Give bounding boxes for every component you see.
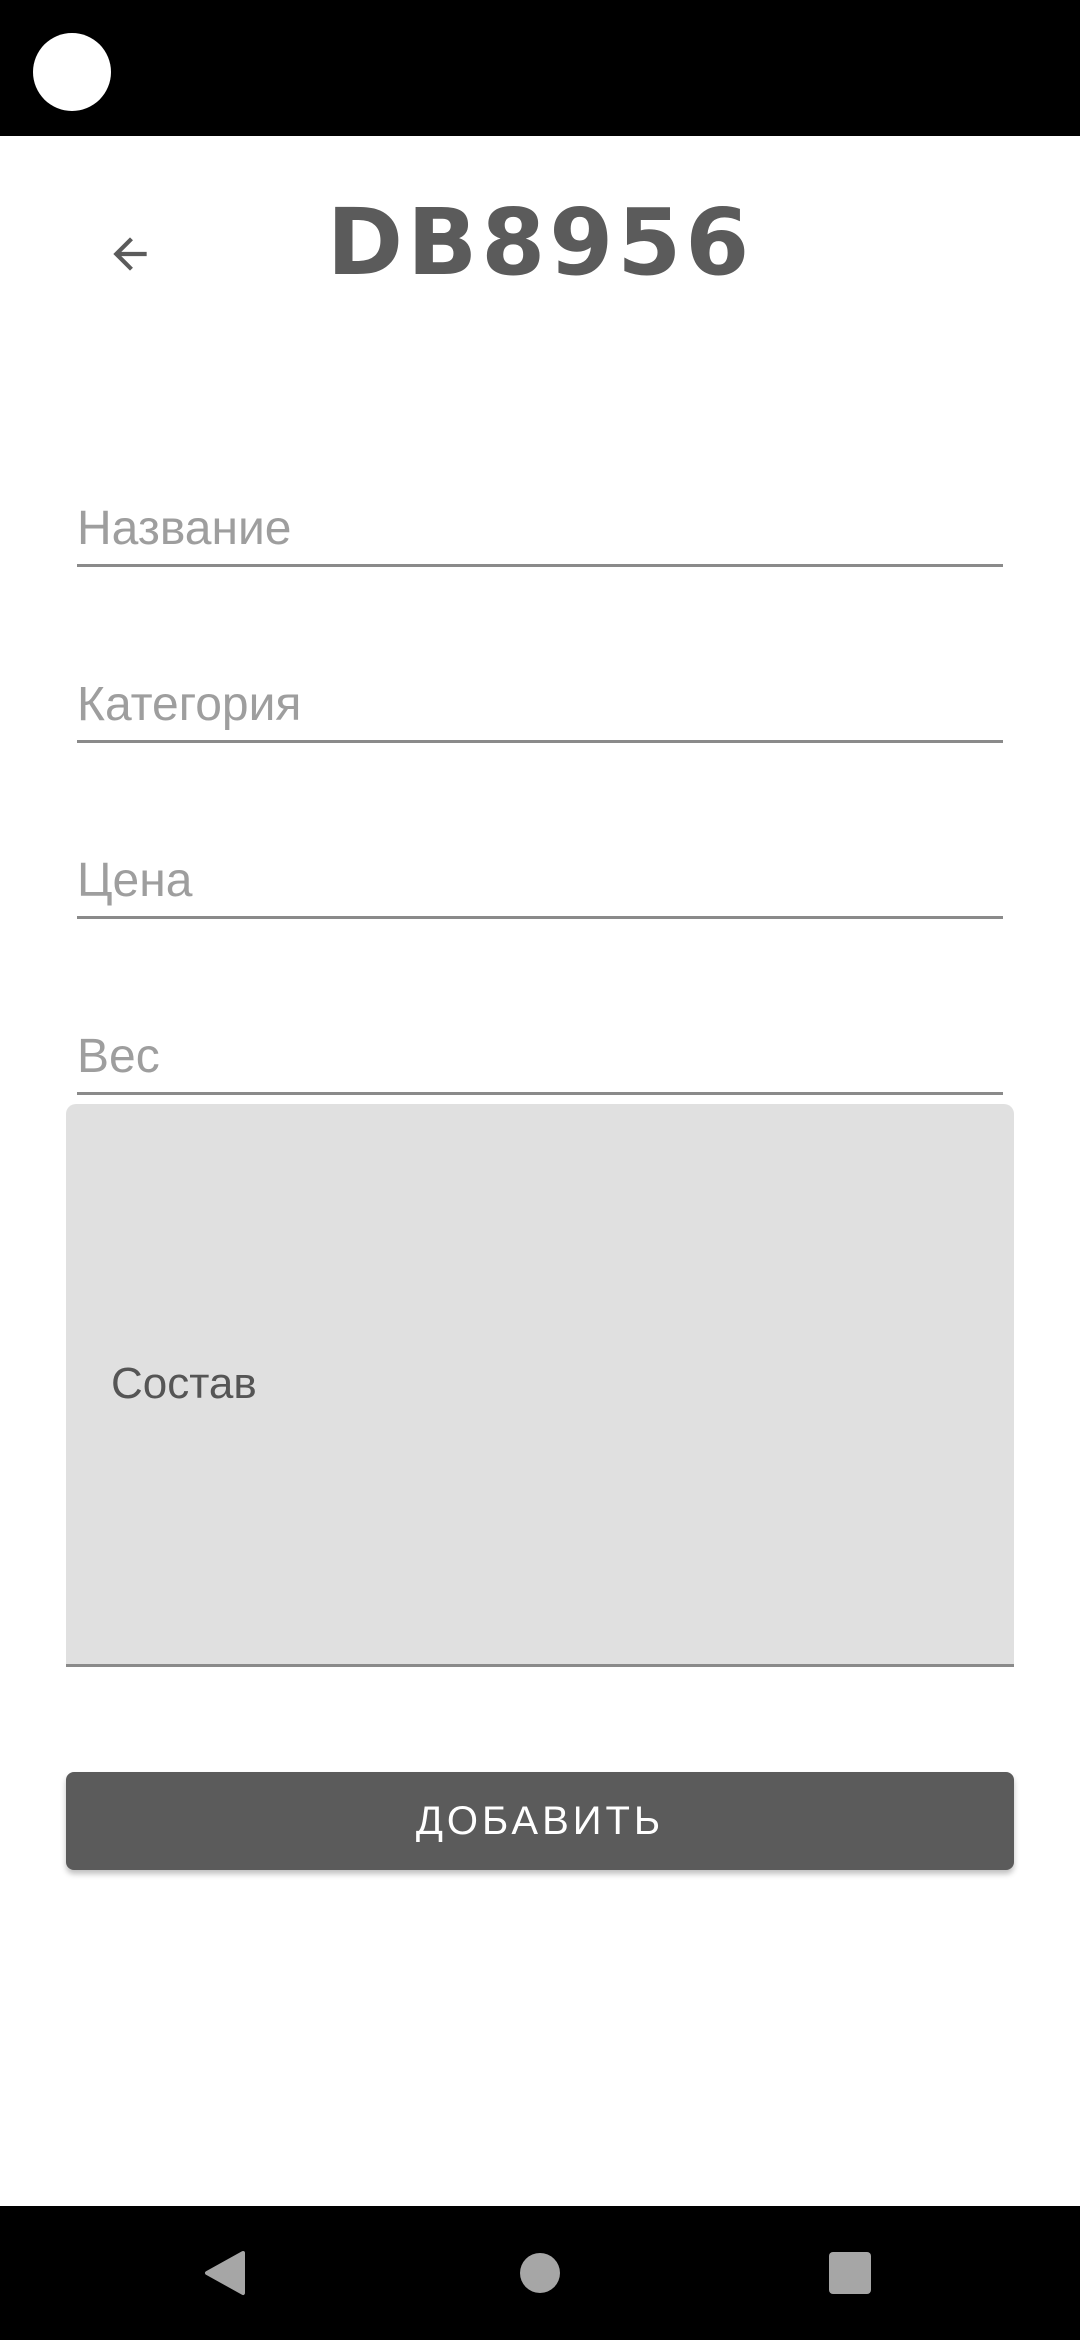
system-navigation-bar [0, 2206, 1080, 2340]
price-input[interactable] [77, 853, 1003, 908]
circle-home-icon [520, 2253, 560, 2293]
add-product-screen: DB8956 Состав ДОБАВИТЬ [0, 136, 1080, 2206]
add-button[interactable]: ДОБАВИТЬ [66, 1772, 1014, 1870]
square-recents-icon [829, 2252, 871, 2294]
triangle-back-icon [205, 2251, 245, 2295]
weight-field[interactable] [77, 1002, 1003, 1095]
weight-input[interactable] [77, 1029, 1003, 1084]
name-field[interactable] [77, 474, 1003, 567]
status-bar [0, 0, 1080, 136]
phone-screen: DB8956 Состав ДОБАВИТЬ [0, 0, 1080, 2340]
front-camera [33, 33, 111, 111]
nav-home-button[interactable] [480, 2206, 600, 2340]
category-input[interactable] [77, 677, 1003, 732]
composition-field[interactable]: Состав [66, 1104, 1014, 1667]
name-input[interactable] [77, 501, 1003, 556]
nav-back-button[interactable] [165, 2206, 285, 2340]
page-title: DB8956 [326, 189, 754, 296]
category-field[interactable] [77, 650, 1003, 743]
composition-label: Состав [111, 1359, 257, 1408]
price-field[interactable] [77, 826, 1003, 919]
nav-recents-button[interactable] [790, 2206, 910, 2340]
